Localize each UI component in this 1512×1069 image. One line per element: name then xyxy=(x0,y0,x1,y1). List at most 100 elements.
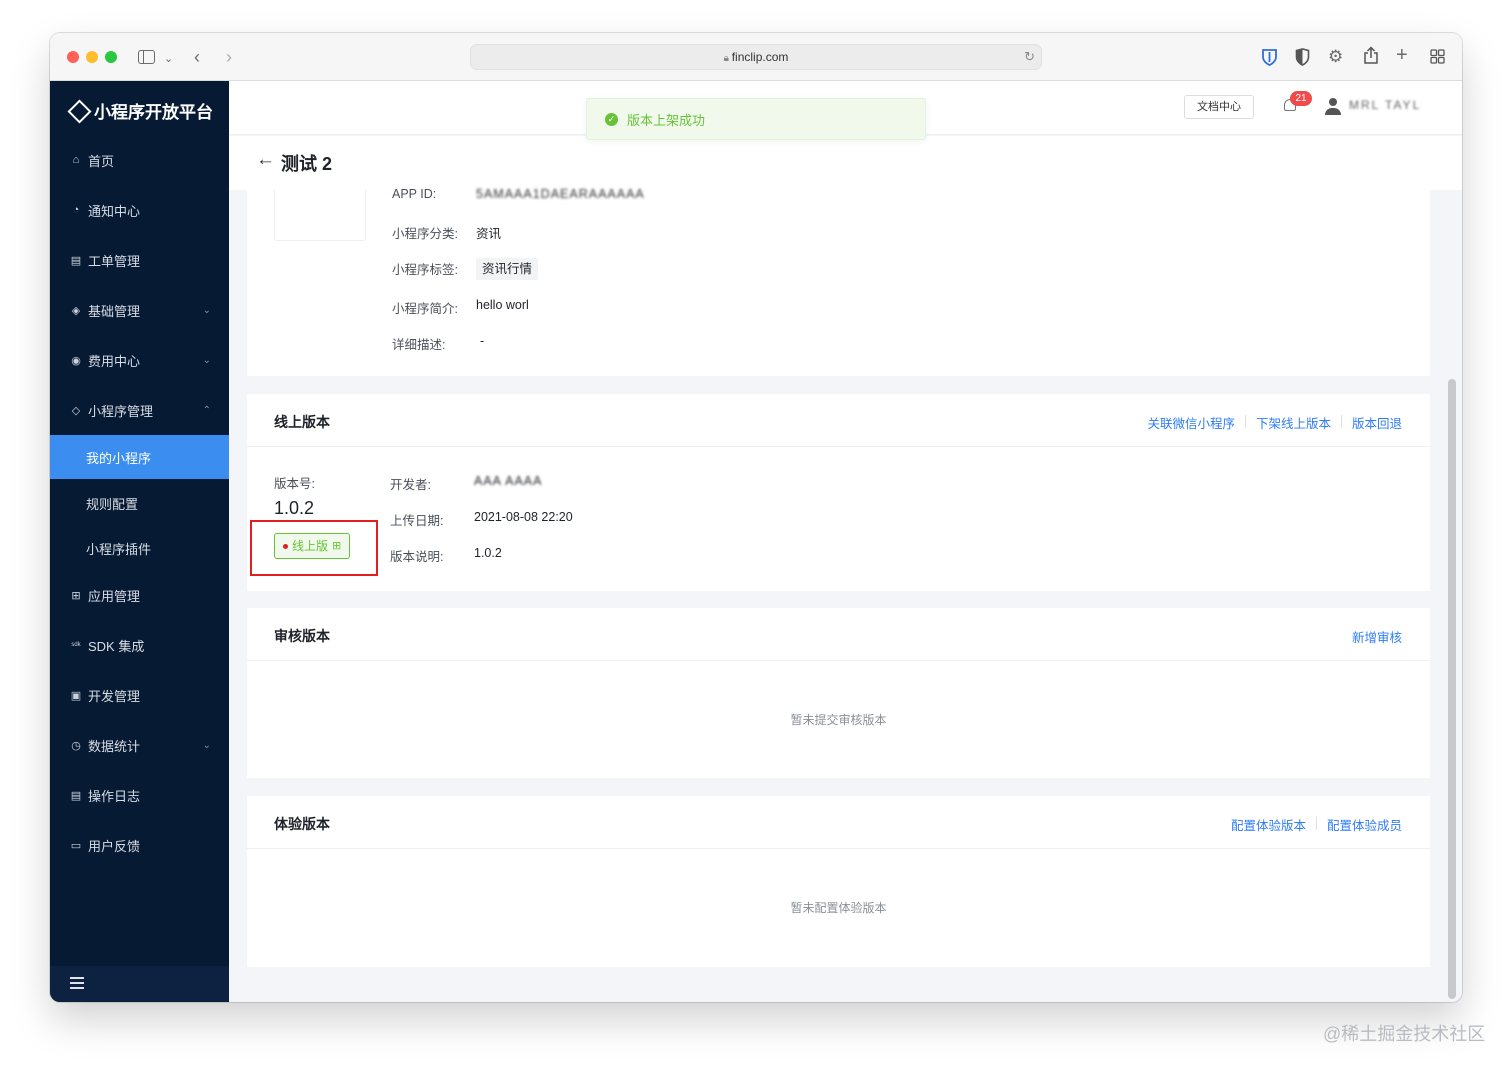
sidebar-item-basic-management[interactable]: ◈ 基础管理 ⌄ xyxy=(50,288,229,332)
forward-icon[interactable]: › xyxy=(226,46,232,68)
sidebar-item-feedback[interactable]: ▭ 用户反馈 xyxy=(50,823,229,867)
sidebar-item-app-management[interactable]: ⊞ 应用管理 xyxy=(50,573,229,617)
card-title: 线上版本 xyxy=(274,414,330,430)
page-scrollbar[interactable] xyxy=(1448,379,1456,999)
url-text: finclip.com xyxy=(731,50,789,64)
collapse-menu-icon[interactable] xyxy=(70,977,84,989)
docs-center-button[interactable]: 文档中心 xyxy=(1184,95,1254,119)
success-check-icon: ✓ xyxy=(605,112,618,126)
pie-chart-icon: ◷ xyxy=(71,739,81,752)
sidebar-item-label: 工单管理 xyxy=(88,253,141,269)
user-name[interactable]: MRL TAYL xyxy=(1349,98,1421,112)
rollback-version-link[interactable]: 版本回退 xyxy=(1352,413,1402,432)
sidebar-subitem-rules[interactable]: 规则配置 xyxy=(50,481,229,525)
sidebar-item-statistics[interactable]: ◷ 数据统计 ⌄ xyxy=(50,723,229,767)
app-id-label: APP ID: xyxy=(392,187,437,201)
sidebar: 小程序开放平台 ⌂ 首页 ◔ 通知中心 ▤ 工单管理 ◈ 基础管理 ⌄ ◉ 费用… xyxy=(50,81,229,1002)
developer-label: 开发者: xyxy=(390,478,431,492)
trial-version-card: 体验版本 配置体验版本 配置体验成员 暂未配置体验版本 xyxy=(247,796,1430,967)
toast-message: 版本上架成功 xyxy=(627,112,706,128)
sidebar-item-home[interactable]: ⌂ 首页 xyxy=(50,138,229,182)
back-icon[interactable]: ‹ xyxy=(194,46,200,68)
intro-label: 小程序简介: xyxy=(392,302,458,316)
tag-label: 小程序标签: xyxy=(392,263,458,277)
configure-trial-version-link[interactable]: 配置体验版本 xyxy=(1231,815,1306,834)
card-title: 审核版本 xyxy=(274,628,330,644)
sidebar-item-notifications[interactable]: ◔ 通知中心 xyxy=(50,188,229,232)
close-window-button[interactable] xyxy=(67,51,79,63)
sidebar-item-development[interactable]: ▣ 开发管理 xyxy=(50,673,229,717)
divider xyxy=(1244,415,1246,428)
review-empty-state: 暂未提交审核版本 xyxy=(790,713,887,727)
category-label: 小程序分类: xyxy=(392,227,458,241)
sidebar-item-billing[interactable]: ◉ 费用中心 ⌄ xyxy=(50,338,229,382)
take-down-version-link[interactable]: 下架线上版本 xyxy=(1256,413,1331,432)
browser-toolbar: ⌄ ‹ › 🔒︎ finclip.com ↻ ⚙ + xyxy=(50,33,1462,81)
sidebar-footer xyxy=(50,966,229,1002)
sidebar-item-miniprogram-management[interactable]: ◇ 小程序管理 ⌃ xyxy=(50,388,229,432)
online-version-card: 线上版本 关联微信小程序 下架线上版本 版本回退 版本号: 1.0.2 线上版 … xyxy=(247,394,1430,591)
share-icon[interactable] xyxy=(1363,46,1379,65)
card-actions: 关联微信小程序 下架线上版本 版本回退 xyxy=(1147,413,1402,432)
link-wechat-miniprogram-link[interactable]: 关联微信小程序 xyxy=(1147,413,1235,432)
chevron-up-icon: ⌃ xyxy=(202,404,211,416)
sidebar-item-label: 应用管理 xyxy=(88,588,141,604)
sidebar-item-label: 数据统计 xyxy=(88,738,141,754)
new-tab-icon[interactable]: + xyxy=(1396,44,1408,66)
sidebar-item-label: 基础管理 xyxy=(88,303,141,319)
add-review-link[interactable]: 新增审核 xyxy=(1352,627,1402,646)
minimize-window-button[interactable] xyxy=(86,51,98,63)
sidebar-subitem-label: 规则配置 xyxy=(86,496,139,512)
trial-empty-state: 暂未配置体验版本 xyxy=(790,901,887,915)
tag-chip: 资讯行情 xyxy=(476,258,539,280)
online-version-badge[interactable]: 线上版 ⊞ xyxy=(274,533,351,559)
sidebar-item-label: 开发管理 xyxy=(88,688,141,704)
zoom-window-button[interactable] xyxy=(105,51,117,63)
configure-trial-members-link[interactable]: 配置体验成员 xyxy=(1327,815,1402,834)
upload-date-value: 2021-08-08 22:20 xyxy=(474,510,573,524)
description-value: - xyxy=(480,334,485,348)
platform-logo[interactable]: 小程序开放平台 xyxy=(68,95,213,125)
card-header: 审核版本 新增审核 xyxy=(247,608,1430,661)
sidebar-item-label: 小程序管理 xyxy=(88,403,154,419)
sidebar-item-label: 用户反馈 xyxy=(88,838,141,854)
watermark: @稀土掘金技术社区 xyxy=(1323,1024,1486,1044)
sidebar-item-logs[interactable]: ▤ 操作日志 xyxy=(50,773,229,817)
bell-icon: ◔ xyxy=(72,204,80,216)
gear-icon[interactable]: ⚙ xyxy=(1328,46,1343,68)
sidebar-item-label: 费用中心 xyxy=(88,353,141,369)
reload-icon[interactable]: ↻ xyxy=(1024,49,1035,65)
user-avatar-icon[interactable] xyxy=(1325,98,1341,116)
card-header: 线上版本 关联微信小程序 下架线上版本 版本回退 xyxy=(247,394,1430,447)
tab-overview-icon[interactable] xyxy=(1430,49,1445,64)
success-toast: ✓ 版本上架成功 xyxy=(586,98,926,140)
divider xyxy=(1315,817,1317,830)
privacy-shield-icon[interactable] xyxy=(1295,48,1310,66)
sidebar-subitem-plugins[interactable]: 小程序插件 xyxy=(50,526,229,570)
developer-value: AAA AAAA xyxy=(474,474,543,488)
browser-window: ⌄ ‹ › 🔒︎ finclip.com ↻ ⚙ + 小程序开放平台 ⌂ 首页 … xyxy=(50,33,1462,1002)
back-arrow-icon[interactable]: ← xyxy=(256,149,275,171)
sidebar-subitem-label: 小程序插件 xyxy=(86,541,152,557)
miniprogram-icon: ◇ xyxy=(71,404,81,417)
chevron-down-icon: ⌄ xyxy=(202,739,211,751)
sidebar-toggle-icon[interactable] xyxy=(138,50,155,64)
card-header: 体验版本 配置体验版本 配置体验成员 xyxy=(247,796,1430,849)
card-actions: 配置体验版本 配置体验成员 xyxy=(1231,815,1402,834)
intro-value: hello worl xyxy=(476,298,529,312)
qr-code-icon[interactable]: ⊞ xyxy=(332,534,341,558)
sidebar-item-tickets[interactable]: ▤ 工单管理 xyxy=(50,238,229,282)
sidebar-item-label: 首页 xyxy=(88,153,115,169)
sidebar-subitem-my-miniprograms[interactable]: 我的小程序 xyxy=(50,435,229,479)
sidebar-item-sdk[interactable]: sdk SDK 集成 xyxy=(50,623,229,667)
status-dot xyxy=(283,543,288,549)
logo-icon xyxy=(68,100,88,120)
chevron-down-icon[interactable]: ⌄ xyxy=(164,48,173,70)
online-version-badge-label: 线上版 xyxy=(292,539,329,553)
divider xyxy=(1340,415,1342,428)
notification-badge: 21 xyxy=(1290,91,1312,106)
address-bar[interactable]: 🔒︎ finclip.com ↻ xyxy=(470,44,1042,70)
app-info-card: APP ID: 5AMAAA1DAEARAAAAAA 小程序分类: 资讯 小程序… xyxy=(247,187,1430,376)
version-note-value: 1.0.2 xyxy=(474,546,502,560)
bitwarden-shield-icon[interactable] xyxy=(1261,48,1278,66)
